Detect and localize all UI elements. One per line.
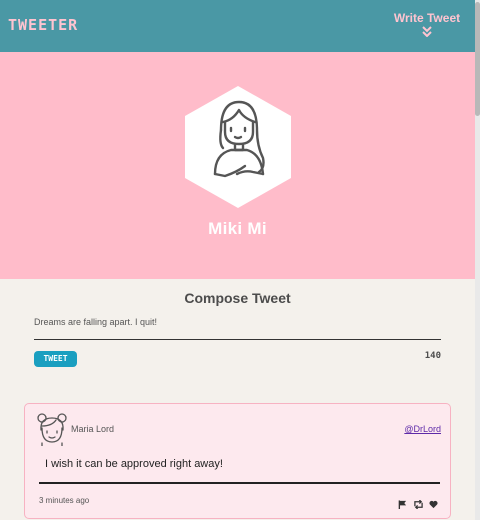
write-tweet-label: Write Tweet [393,11,461,25]
girl-buns-avatar-icon [37,413,67,446]
tweet-author-name: Maria Lord [71,424,115,434]
tweet-author-handle[interactable]: @DrLord [404,424,441,434]
compose-title: Compose Tweet [184,290,291,306]
double-chevron-down-icon [422,26,432,37]
heart-icon[interactable] [429,496,438,514]
tweet-card: Maria Lord @DrLord I wish it can be appr… [24,403,451,519]
retweet-icon[interactable] [413,496,424,514]
tweet-actions [397,496,438,514]
page-scrollbar[interactable] [475,0,480,520]
flag-icon[interactable] [398,496,407,514]
profile-header: Miki Mi [0,52,475,279]
brand-logo[interactable]: TWEETER [8,16,78,34]
character-counter: 140 [424,351,441,361]
girl-avatar-icon [185,86,291,208]
tweet-button[interactable]: TWEET [34,351,77,367]
tweet-text: I wish it can be approved right away! [39,458,440,484]
profile-name: Miki Mi [208,219,267,238]
top-navbar: TWEETER Write Tweet [0,0,475,52]
write-tweet-button[interactable]: Write Tweet [387,11,467,37]
scrollbar-thumb[interactable] [475,2,480,116]
tweet-timestamp: 3 minutes ago [39,496,90,505]
compose-tweet-input[interactable]: Dreams are falling apart. I quit! [34,317,441,340]
